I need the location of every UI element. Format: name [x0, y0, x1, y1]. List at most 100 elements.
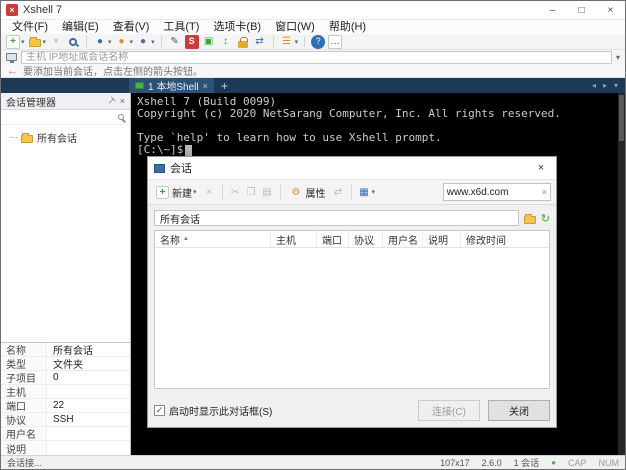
dialog-copy-button[interactable]: ❐	[245, 186, 258, 199]
property-label: 子项目	[1, 371, 47, 384]
menu-tools[interactable]: 工具(T)	[156, 20, 206, 34]
property-row: 类型文件夹	[1, 357, 130, 371]
address-dropdown-caret-icon[interactable]: ▾	[616, 53, 620, 62]
tree-guide-line	[11, 137, 17, 138]
dialog-new-caret-icon: ▾	[193, 188, 197, 196]
dialog-new-label: 新建	[172, 185, 192, 200]
dialog-search-input[interactable]	[447, 187, 539, 198]
tree-item-all-sessions[interactable]: 所有会话	[5, 130, 126, 145]
dialog-transfer-button[interactable]: ⇄	[332, 186, 345, 199]
num-lock-indicator: NUM	[599, 458, 620, 468]
toolbar-separator	[161, 36, 162, 47]
scrollbar-thumb[interactable]	[619, 95, 624, 141]
menu-file[interactable]: 文件(F)	[5, 20, 55, 34]
column-header-description[interactable]: 说明	[423, 231, 461, 247]
options-button[interactable]: ☰	[280, 35, 294, 49]
tab-scroll-right-icon[interactable]: ▸	[603, 81, 607, 90]
dialog-paste-button[interactable]: ▤	[261, 186, 274, 199]
find-button[interactable]	[66, 35, 80, 49]
menu-help[interactable]: 帮助(H)	[322, 20, 373, 34]
new-session-caret-icon[interactable]: ▾	[21, 38, 25, 46]
color-scheme-caret-icon[interactable]: ▾	[151, 38, 155, 46]
tab-local-shell[interactable]: 1 本地Shell ×	[129, 78, 214, 93]
dialog-view-button[interactable]: ▦	[358, 186, 371, 199]
split-screen-button[interactable]: ▣	[202, 35, 216, 49]
menu-edit[interactable]: 编辑(E)	[55, 20, 106, 34]
lock-icon	[238, 41, 248, 48]
tab-close-icon[interactable]: ×	[203, 81, 208, 91]
lock-screen-button[interactable]	[236, 35, 250, 49]
menu-view[interactable]: 查看(V)	[106, 20, 157, 34]
property-label: 名称	[1, 343, 47, 356]
menu-tab[interactable]: 选项卡(B)	[206, 20, 268, 34]
folder-icon	[21, 135, 33, 143]
dialog-search-box: ×	[443, 183, 551, 201]
color-scheme-button[interactable]: ●	[136, 35, 150, 49]
search-icon[interactable]	[118, 114, 124, 120]
dialog-path-field[interactable]: 所有会话	[154, 210, 519, 226]
column-header-protocol[interactable]: 协议	[349, 231, 383, 247]
dialog-delete-button[interactable]: ×	[203, 186, 216, 199]
refresh-icon[interactable]: ↻	[541, 212, 550, 225]
property-label: 用户名	[1, 427, 47, 440]
session-tree: 所有会话	[1, 125, 130, 150]
dialog-new-button[interactable]: + 新建 ▾	[153, 184, 200, 201]
new-session-button[interactable]: +	[6, 35, 20, 49]
session-list-body[interactable]	[155, 248, 549, 405]
tab-scroll-left-icon[interactable]: ◂	[592, 81, 596, 90]
property-value: SSH	[47, 414, 74, 425]
folder-icon	[29, 39, 41, 47]
search-clear-icon[interactable]: ×	[542, 187, 547, 197]
quick-connect-button[interactable]: ●	[93, 35, 107, 49]
open-session-button[interactable]	[28, 35, 42, 49]
column-header-username[interactable]: 用户名	[383, 231, 423, 247]
help-button[interactable]: ?	[311, 35, 325, 49]
dialog-view-caret-icon[interactable]: ▾	[372, 188, 376, 196]
dialog-properties-button[interactable]: ⚙ 属性	[287, 184, 329, 201]
column-header-modified[interactable]: 修改时间	[461, 231, 549, 247]
options-caret-icon[interactable]: ▾	[295, 38, 299, 46]
tab-list-caret-icon[interactable]: ▾	[614, 81, 618, 90]
quick-connect-caret-icon[interactable]: ▾	[108, 38, 112, 46]
column-label: 说明	[428, 232, 448, 247]
property-row: 用户名	[1, 427, 130, 441]
open-session-caret-icon[interactable]: ▾	[43, 38, 47, 46]
feedback-button[interactable]: …	[328, 35, 342, 49]
show-at-startup-checkbox[interactable]: ✓	[154, 405, 165, 416]
column-header-port[interactable]: 端口	[317, 231, 349, 247]
tab-label: 1 本地Shell	[148, 78, 199, 93]
property-row: 名称所有会话	[1, 343, 130, 357]
close-panel-icon[interactable]: ×	[120, 96, 125, 106]
column-header-host[interactable]: 主机	[271, 231, 317, 247]
terminal-scrollbar[interactable]	[618, 93, 625, 455]
quick-commands-caret-icon[interactable]: ▾	[130, 38, 134, 46]
menu-bar: 文件(F) 编辑(E) 查看(V) 工具(T) 选项卡(B) 窗口(W) 帮助(…	[1, 20, 625, 34]
host-address-input[interactable]	[21, 51, 612, 64]
property-value: 0	[47, 372, 59, 383]
close-button[interactable]: ×	[596, 1, 625, 19]
terminal-cursor	[185, 145, 192, 156]
maximize-button[interactable]: □	[567, 1, 596, 19]
pin-panel-icon[interactable]: ⊤	[104, 94, 117, 107]
folder-up-icon[interactable]	[524, 216, 536, 224]
new-tab-button[interactable]: +	[221, 79, 228, 93]
close-dialog-button[interactable]: 关闭	[488, 400, 550, 421]
quick-commands-button[interactable]: ●	[115, 35, 129, 49]
property-row: 主机	[1, 385, 130, 399]
compose-button[interactable]: ✎	[168, 35, 182, 49]
fullscreen-button[interactable]: ↕	[219, 35, 233, 49]
minimize-button[interactable]: –	[538, 1, 567, 19]
netsarang-button[interactable]: S	[185, 35, 199, 49]
dialog-cut-button[interactable]: ✂	[229, 186, 242, 199]
menu-window[interactable]: 窗口(W)	[268, 20, 322, 34]
column-label: 端口	[322, 232, 342, 247]
window-controls: – □ ×	[538, 1, 625, 19]
disconnect-button[interactable]: ×	[49, 35, 63, 49]
add-session-arrow-icon[interactable]: ←	[7, 65, 18, 77]
connect-button[interactable]: 连接(C)	[418, 400, 480, 421]
column-header-name[interactable]: 名称▲	[155, 231, 271, 247]
toolbar-separator	[304, 36, 305, 47]
dialog-close-button[interactable]: ×	[526, 157, 556, 179]
dialog-toolbar: + 新建 ▾ × ✂ ❐ ▤ ⚙ 属性 ⇄ ▦ ▾ ×	[148, 179, 556, 205]
file-transfer-button[interactable]: ⇄	[253, 35, 267, 49]
